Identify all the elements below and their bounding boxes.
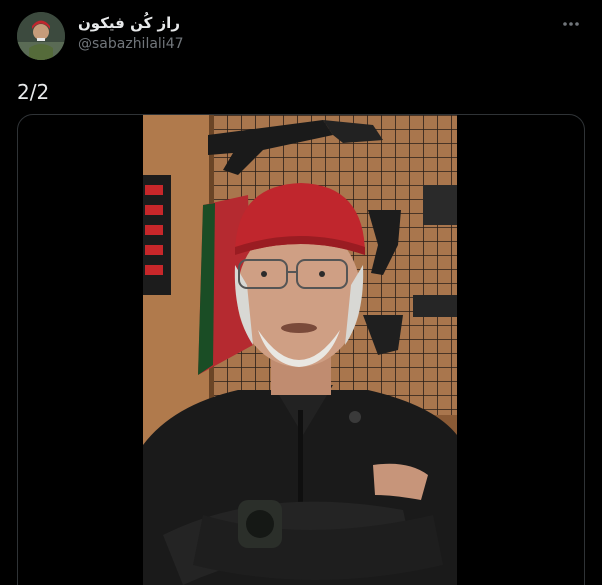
tweet-text: 2/2	[17, 80, 50, 104]
user-handle[interactable]: @sabazhilali47	[78, 35, 184, 53]
avatar[interactable]	[17, 12, 65, 60]
video-frame-image	[143, 115, 457, 585]
tweet[interactable]: راز کُن فیکون @sabazhilali47 2/2	[0, 0, 602, 585]
avatar-image	[17, 12, 65, 60]
media-card[interactable]	[17, 114, 585, 585]
more-horizontal-icon	[563, 22, 579, 26]
display-name[interactable]: راز کُن فیکون	[78, 13, 180, 33]
video-thumbnail[interactable]	[143, 115, 457, 585]
more-options-button[interactable]	[556, 12, 586, 36]
